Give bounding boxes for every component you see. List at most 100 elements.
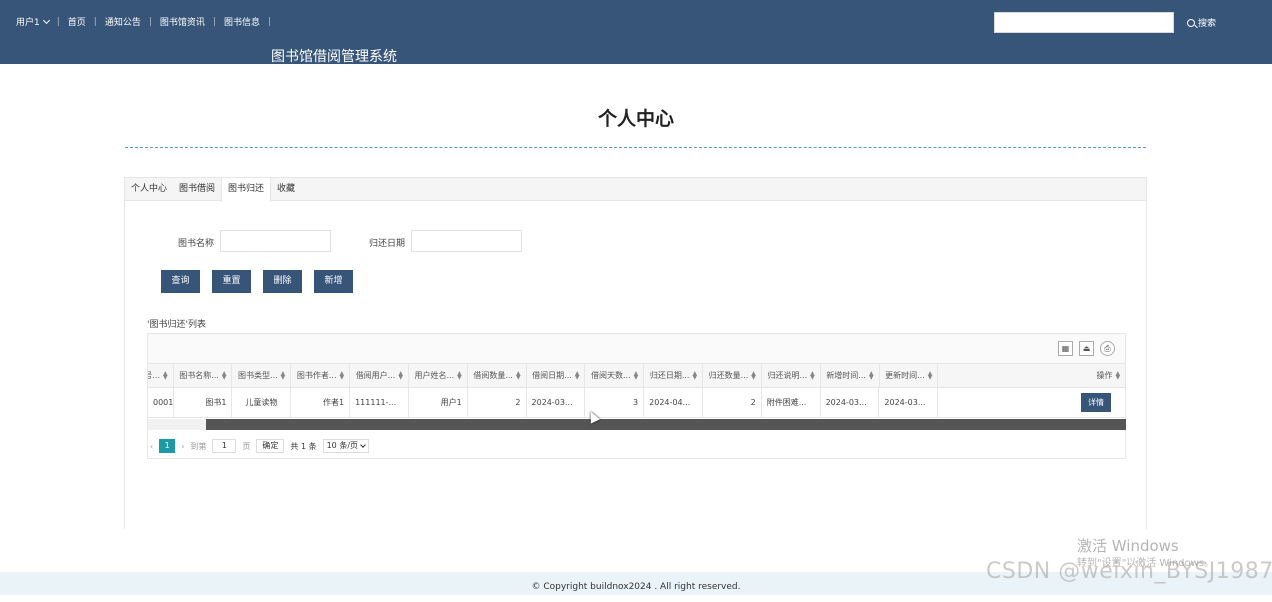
- column-header-label: 归还说明...: [767, 371, 808, 380]
- table-cell: 作者1: [291, 388, 351, 417]
- sort-icon[interactable]: ▲ ▼: [810, 370, 815, 380]
- export-icon[interactable]: ⏏: [1079, 341, 1094, 356]
- table-cell: 2024-03...: [879, 388, 939, 417]
- column-header-label: 借阅日期...: [532, 371, 572, 380]
- goto-page-input[interactable]: 1: [212, 439, 237, 453]
- sort-icon[interactable]: ▲ ▼: [869, 370, 874, 380]
- column-header[interactable]: 借阅日期... ▲ ▼: [527, 364, 586, 387]
- column-header[interactable]: 借阅天数... ▲ ▼: [585, 364, 645, 387]
- tab-book-return[interactable]: 图书归还: [221, 178, 272, 202]
- column-header-label: 借阅数量...: [473, 371, 513, 380]
- reset-button[interactable]: 重置: [212, 270, 251, 293]
- column-header-actions[interactable]: 操作 ▲ ▼: [938, 364, 1127, 387]
- column-header-label: 借阅天数...: [591, 371, 631, 380]
- sort-icon[interactable]: ▲ ▼: [634, 370, 639, 380]
- tab-book-borrow[interactable]: 图书借阅: [173, 178, 221, 200]
- column-header[interactable]: 借阅数量... ▲ ▼: [468, 364, 527, 387]
- query-button[interactable]: 查询: [161, 270, 200, 293]
- site-title: 图书馆借阅管理系统: [271, 49, 397, 65]
- sort-icon[interactable]: ▲ ▼: [457, 370, 462, 380]
- sort-icon[interactable]: ▲ ▼: [222, 370, 227, 380]
- nav-library-news[interactable]: 图书馆资讯: [152, 15, 213, 28]
- next-page-icon[interactable]: ›: [181, 442, 184, 451]
- sort-icon[interactable]: ▲ ▼: [751, 370, 756, 380]
- sort-icon[interactable]: ▲ ▼: [398, 370, 403, 380]
- column-header[interactable]: 图书类型... ▲ ▼: [232, 364, 292, 387]
- sort-icon[interactable]: ▲ ▼: [928, 370, 933, 380]
- top-navbar: 用户1 | 首页 | 通知公告 | 图书馆资讯 | 图书信息 | 图书馆借阅管理…: [0, 0, 1272, 65]
- page-size-select[interactable]: 10 条/页: [322, 439, 370, 453]
- column-header[interactable]: 号...▲▼: [148, 364, 174, 387]
- table-cell: 图书1: [174, 388, 233, 417]
- column-header[interactable]: 用户姓名... ▲ ▼: [409, 364, 468, 387]
- column-header-label: 归还数量...: [708, 371, 749, 380]
- sort-icon[interactable]: ▲ ▼: [281, 370, 286, 380]
- table-cell: 2: [703, 388, 762, 417]
- table-cell: 2024-04...: [644, 388, 703, 417]
- nav-home[interactable]: 首页: [60, 15, 94, 28]
- table-cell: 附件困难...: [762, 388, 821, 417]
- column-header-label: 新增时间...: [826, 371, 866, 380]
- column-header[interactable]: 归还说明... ▲ ▼: [762, 364, 821, 387]
- column-header[interactable]: 更新时间... ▲ ▼: [880, 364, 939, 387]
- user-menu[interactable]: 用户1: [16, 15, 57, 28]
- column-header[interactable]: 图书作者... ▲ ▼: [291, 364, 351, 387]
- columns-icon[interactable]: ▦: [1058, 341, 1073, 356]
- table-cell: 2: [468, 388, 527, 417]
- sort-icon[interactable]: ▲ ▼: [1115, 370, 1120, 380]
- column-header-label: 归还日期...: [649, 371, 690, 380]
- goto-confirm-button[interactable]: 确定: [256, 439, 285, 453]
- data-table: ▦ ⏏ ⎙ 号...▲▼图书名称...▲▼图书类型...▲▼图书作者...▲▼借…: [147, 333, 1127, 459]
- column-header[interactable]: 借阅用户... ▲ ▼: [350, 364, 409, 387]
- print-icon[interactable]: ⎙: [1100, 341, 1115, 356]
- table-cell: 2024-03...: [527, 388, 586, 417]
- sort-icon[interactable]: ▲ ▼: [163, 370, 168, 380]
- main-nav: 用户1 | 首页 | 通知公告 | 图书馆资讯 | 图书信息 |: [16, 15, 271, 28]
- total-count: 共 1 条: [290, 441, 317, 451]
- horizontal-scrollbar-thumb[interactable]: [206, 419, 1126, 430]
- column-header-label: 用户姓名...: [414, 371, 455, 380]
- column-header[interactable]: 新增时间... ▲ ▼: [821, 364, 880, 387]
- tab-personal-center[interactable]: 个人中心: [125, 178, 173, 200]
- nav-notices[interactable]: 通知公告: [97, 15, 149, 28]
- book-name-input[interactable]: [220, 230, 331, 252]
- delete-button[interactable]: 删除: [263, 270, 302, 293]
- table-cell: 2024-03...: [821, 388, 880, 417]
- detail-button[interactable]: 详情: [1081, 393, 1112, 412]
- table-cell: 0001: [148, 388, 174, 417]
- search-button-label: 搜索: [1198, 19, 1217, 29]
- page-title: 个人中心: [597, 108, 674, 130]
- content-panel: 个人中心 图书借阅 图书归还 收藏 图书名称 归还日期 查询 重置 删除 新增 …: [124, 177, 1147, 529]
- column-header[interactable]: 归还数量... ▲ ▼: [703, 364, 762, 387]
- goto-label: 到第: [190, 441, 207, 451]
- column-header-label: 借阅用户...: [355, 371, 396, 380]
- pagination: ‹ 1 › 到第 1 页 确定 共 1 条 10 条/页: [148, 439, 370, 453]
- table-toolbar: ▦ ⏏ ⎙: [148, 334, 1125, 364]
- sort-icon[interactable]: ▲ ▼: [692, 370, 697, 380]
- column-header-label: 号...: [148, 371, 161, 380]
- table-row: 0001 图书1 儿童读物 作者1 111111-... 用户1 2 2024-03... 3 2…: [148, 388, 1127, 418]
- column-header-label: 图书名称...: [179, 371, 219, 380]
- divider: [125, 147, 1146, 148]
- return-date-input[interactable]: [411, 230, 522, 252]
- search-input[interactable]: [994, 12, 1174, 33]
- book-name-label: 图书名称: [178, 239, 215, 249]
- page-number-current[interactable]: 1: [159, 439, 176, 453]
- column-header[interactable]: 图书名称... ▲ ▼: [174, 364, 233, 387]
- prev-page-icon[interactable]: ‹: [150, 442, 153, 451]
- nav-separator: |: [267, 16, 272, 27]
- sort-icon[interactable]: ▲ ▼: [516, 370, 521, 380]
- nav-book-info[interactable]: 图书信息: [216, 15, 268, 28]
- add-button[interactable]: 新增: [314, 270, 353, 293]
- page-unit-label: 页: [242, 441, 251, 451]
- tab-favorites[interactable]: 收藏: [271, 178, 301, 200]
- table-cell: 儿童读物: [232, 388, 292, 417]
- chevron-down-icon: [42, 16, 50, 24]
- column-header[interactable]: 归还日期... ▲ ▼: [644, 364, 704, 387]
- sort-icon[interactable]: ▲ ▼: [340, 370, 345, 380]
- page-size-value: 10 条/页: [326, 441, 359, 450]
- search-button[interactable]: 搜索: [1187, 16, 1216, 29]
- table-cell: 111111-...: [350, 388, 409, 417]
- table-cell: 用户1: [409, 388, 468, 417]
- sort-icon[interactable]: ▲ ▼: [575, 370, 580, 380]
